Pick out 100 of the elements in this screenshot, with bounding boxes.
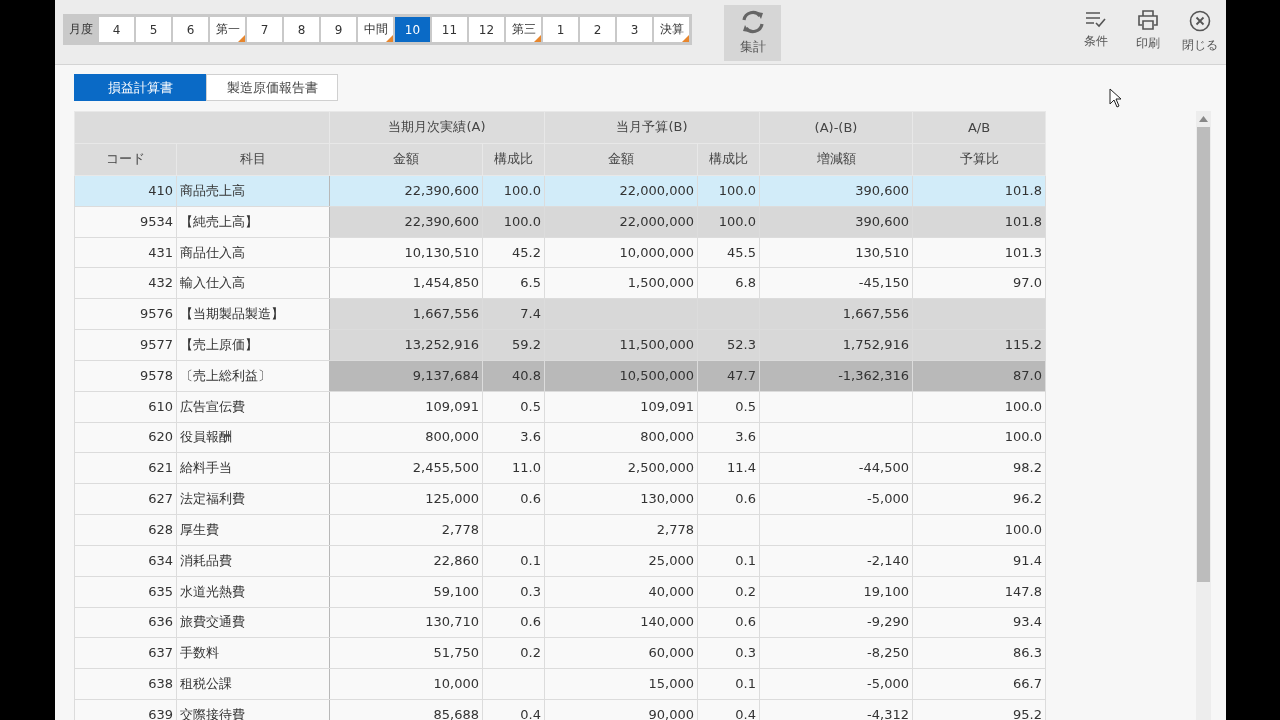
table-cell: 9577 xyxy=(74,329,177,361)
table-cell: 40.8 xyxy=(482,360,545,392)
period-button[interactable]: 5 xyxy=(136,17,171,42)
table-cell: 9578 xyxy=(74,360,177,392)
table-row[interactable]: 621 給料手当 2,455,500 11.0 2,500,000 11.4 -44,500 98.2 xyxy=(74,452,1046,484)
table-row[interactable]: 620 役員報酬 800,000 3.6 800,000 3.6 100.0 xyxy=(74,422,1046,453)
period-button[interactable]: 1 xyxy=(543,17,578,42)
period-button[interactable]: 第一 xyxy=(210,17,245,42)
close-icon xyxy=(1189,10,1211,32)
table-cell: 87.0 xyxy=(912,360,1046,392)
table-cell: 22,390,600 xyxy=(329,175,483,207)
table-cell: -5,000 xyxy=(759,483,913,515)
table-cell: 消耗品費 xyxy=(176,545,330,577)
period-button[interactable]: 12 xyxy=(469,17,504,42)
table-cell: 431 xyxy=(74,237,177,268)
table-cell: 2,455,500 xyxy=(329,452,483,484)
table-cell: 法定福利費 xyxy=(176,483,330,515)
table-cell: 636 xyxy=(74,607,177,638)
scrollbar-thumb[interactable] xyxy=(1197,127,1210,582)
table-cell: 1,500,000 xyxy=(544,267,698,299)
table-cell: 66.7 xyxy=(912,668,1046,700)
table-row[interactable]: 637 手数料 51,750 0.2 60,000 0.3 -8,250 86.3 xyxy=(74,637,1046,669)
table-cell: 800,000 xyxy=(329,422,483,453)
table-cell: 輸入仕入高 xyxy=(176,267,330,299)
table-cell: 3.6 xyxy=(482,422,545,453)
table-row[interactable]: 638 租税公課 10,000 15,000 0.1 -5,000 66.7 xyxy=(74,668,1046,700)
table-cell: 410 xyxy=(74,175,177,207)
table-row[interactable]: 634 消耗品費 22,860 0.1 25,000 0.1 -2,140 91.4 xyxy=(74,545,1046,577)
table-cell: 15,000 xyxy=(544,668,698,700)
column-header: 金額 xyxy=(329,143,483,176)
table-cell: 140,000 xyxy=(544,607,698,638)
report-tab[interactable]: 製造原価報告書 xyxy=(206,74,338,101)
table-cell: 0.3 xyxy=(697,637,760,669)
table-cell: 2,778 xyxy=(544,514,698,546)
toolbar-button[interactable]: 条件 xyxy=(1070,10,1122,50)
table-row[interactable]: 635 水道光熱費 59,100 0.3 40,000 0.2 19,100 147.8 xyxy=(74,576,1046,608)
table-row[interactable]: 410 商品売上高 22,390,600 100.0 22,000,000 100.0 390,600 101.8 xyxy=(74,175,1046,207)
table-cell: 130,710 xyxy=(329,607,483,638)
table-row[interactable]: 9577 【売上原価】 13,252,916 59.2 11,500,000 52.3 1,752,916 115.2 xyxy=(74,329,1046,361)
table-cell: 101.8 xyxy=(912,206,1046,238)
period-button[interactable]: 9 xyxy=(321,17,356,42)
table-cell: 60,000 xyxy=(544,637,698,669)
table-row[interactable]: 627 法定福利費 125,000 0.6 130,000 0.6 -5,000 96.2 xyxy=(74,483,1046,515)
table-cell: 432 xyxy=(74,267,177,299)
table-cell: 22,860 xyxy=(329,545,483,577)
table-cell: 637 xyxy=(74,637,177,669)
table-cell: 59,100 xyxy=(329,576,483,608)
table-row[interactable]: 431 商品仕入高 10,130,510 45.2 10,000,000 45.5 130,510 101.3 xyxy=(74,237,1046,268)
table-cell: 11.4 xyxy=(697,452,760,484)
period-button[interactable]: 8 xyxy=(284,17,319,42)
table-row[interactable]: 636 旅費交通費 130,710 0.6 140,000 0.6 -9,290 93.4 xyxy=(74,607,1046,638)
table-cell: 0.1 xyxy=(697,668,760,700)
table-cell: 22,000,000 xyxy=(544,175,698,207)
toolbar-button[interactable]: 閉じる xyxy=(1174,10,1226,54)
table-cell: 2,778 xyxy=(329,514,483,546)
aggregate-button[interactable]: 集計 xyxy=(724,5,781,61)
table-cell: 旅費交通費 xyxy=(176,607,330,638)
table-cell: 96.2 xyxy=(912,483,1046,515)
column-header: 構成比 xyxy=(482,143,545,176)
table-cell: 93.4 xyxy=(912,607,1046,638)
table-cell: 6.8 xyxy=(697,267,760,299)
table-cell: 101.3 xyxy=(912,237,1046,268)
column-group-header: 当月予算(B) xyxy=(544,111,760,144)
period-button[interactable]: 11 xyxy=(432,17,467,42)
scrollbar[interactable] xyxy=(1196,111,1211,720)
table-row[interactable]: 9576 【当期製品製造】 1,667,556 7.4 1,667,556 xyxy=(74,298,1046,330)
period-button[interactable]: 7 xyxy=(247,17,282,42)
table-cell: 390,600 xyxy=(759,175,913,207)
table-cell: 610 xyxy=(74,391,177,423)
report-tab[interactable]: 損益計算書 xyxy=(74,74,206,101)
table-cell: 91.4 xyxy=(912,545,1046,577)
period-button[interactable]: 3 xyxy=(617,17,652,42)
table-cell: 広告宣伝費 xyxy=(176,391,330,423)
table-row[interactable]: 9578 〔売上総利益〕 9,137,684 40.8 10,500,000 47.7 -1,362,316 87.0 xyxy=(74,360,1046,392)
table-row[interactable]: 9534 【純売上高】 22,390,600 100.0 22,000,000 100.0 390,600 101.8 xyxy=(74,206,1046,238)
period-button[interactable]: 2 xyxy=(580,17,615,42)
period-button[interactable]: 10 xyxy=(395,17,430,42)
refresh-icon xyxy=(739,10,766,34)
table-cell xyxy=(697,514,760,546)
table-cell: 1,667,556 xyxy=(759,298,913,330)
toolbar-button[interactable]: 印刷 xyxy=(1122,10,1174,52)
table-row[interactable]: 628 厚生費 2,778 2,778 100.0 xyxy=(74,514,1046,546)
scroll-up-icon[interactable] xyxy=(1199,116,1208,122)
table-row[interactable]: 432 輸入仕入高 1,454,850 6.5 1,500,000 6.8 -45,150 97.0 xyxy=(74,267,1046,299)
table-cell: 13,252,916 xyxy=(329,329,483,361)
table-cell xyxy=(482,514,545,546)
period-button[interactable]: 中間 xyxy=(358,17,393,42)
table-cell: 115.2 xyxy=(912,329,1046,361)
period-button[interactable]: 4 xyxy=(99,17,134,42)
period-button[interactable]: 第三 xyxy=(506,17,541,42)
table-row[interactable]: 610 広告宣伝費 109,091 0.5 109,091 0.5 100.0 xyxy=(74,391,1046,423)
table-cell: 9576 xyxy=(74,298,177,330)
table-cell: 638 xyxy=(74,668,177,700)
period-button[interactable]: 6 xyxy=(173,17,208,42)
table-cell: 125,000 xyxy=(329,483,483,515)
table-cell: 1,454,850 xyxy=(329,267,483,299)
table-cell: -44,500 xyxy=(759,452,913,484)
table-cell: 商品売上高 xyxy=(176,175,330,207)
period-button[interactable]: 決算 xyxy=(654,17,689,42)
table-cell: 100.0 xyxy=(912,514,1046,546)
